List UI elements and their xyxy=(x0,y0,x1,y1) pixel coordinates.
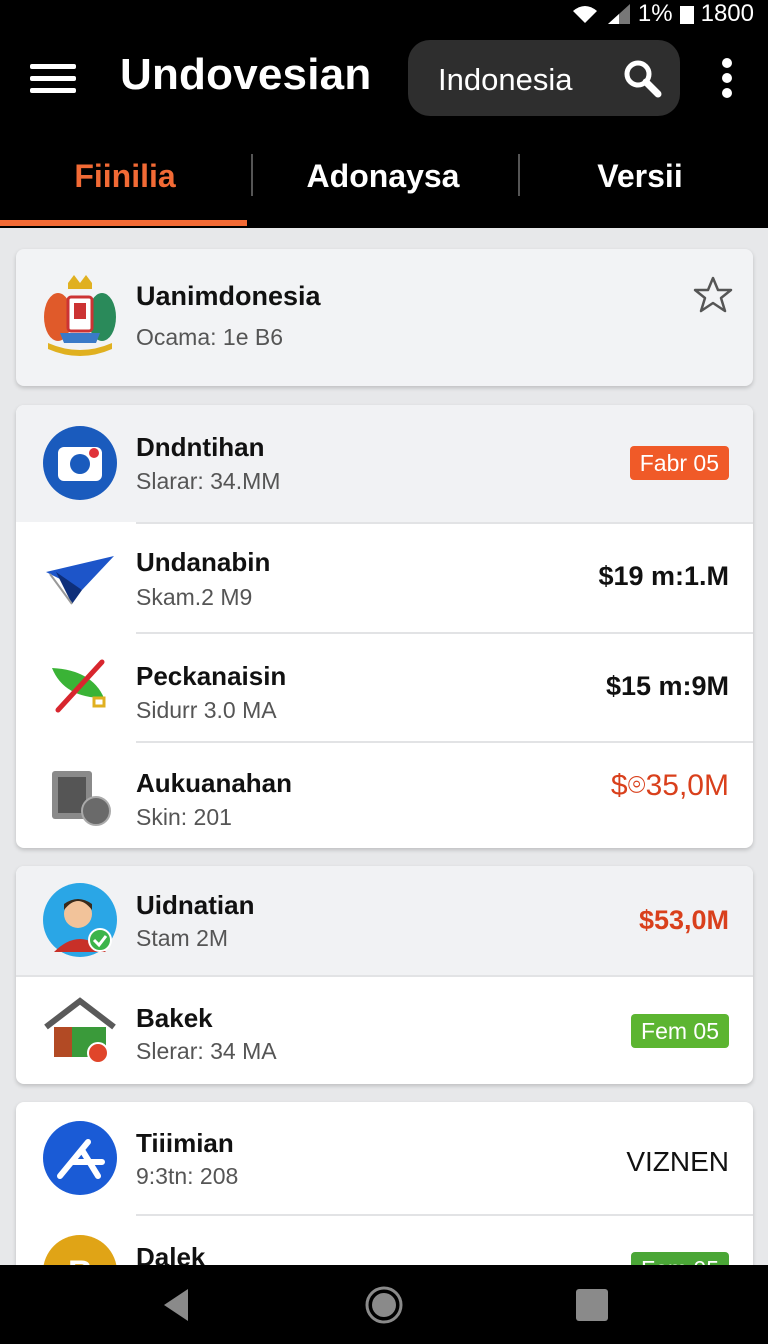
tab-fiinilia[interactable]: Fiinilia xyxy=(0,128,250,224)
wifi-icon xyxy=(572,6,597,23)
list-item[interactable]: Tiiimian 9:3tn: 208 VIZNEN xyxy=(16,1102,753,1214)
item-title: Bakek xyxy=(136,1003,213,1033)
emblem-icon xyxy=(44,275,116,356)
star-icon[interactable] xyxy=(693,275,733,315)
search-query[interactable]: Indonesia xyxy=(438,62,572,98)
status-bar: 1% 1800 xyxy=(0,0,768,28)
menu-icon[interactable] xyxy=(30,64,76,94)
tab-adonaysa[interactable]: Adonaysa xyxy=(258,128,508,224)
more-vert-icon[interactable] xyxy=(712,58,742,98)
item-subtitle: 9:3tn: 208 xyxy=(136,1163,239,1189)
search-icon[interactable] xyxy=(622,58,662,98)
list-item[interactable]: Peckanaisin Sidurr 3.0 MA $15 m:9M xyxy=(16,634,753,741)
item-value: $⌾35,0M xyxy=(610,769,729,802)
battery-icon xyxy=(679,6,694,24)
item-value: $53,0M xyxy=(638,905,729,935)
list-item[interactable]: Bakek Slerar: 34 MA Fem 05 xyxy=(16,977,753,1084)
item-subtitle: Slarar: 34.MM xyxy=(136,468,281,494)
tab-versii[interactable]: Versii xyxy=(520,128,760,224)
item-title: Uidnatian xyxy=(136,890,255,920)
app-title: Undovesian xyxy=(120,50,372,99)
back-icon[interactable] xyxy=(158,1285,198,1325)
listing-card: Uidnatian Stam 2M $53,0M Bakek Slerar: 3… xyxy=(16,866,753,1084)
item-subtitle: Skin: 201 xyxy=(136,804,232,830)
item-subtitle: Slerar: 34 MA xyxy=(136,1038,277,1064)
appstore-icon xyxy=(43,1121,117,1195)
clock: 1800 xyxy=(700,0,754,27)
item-value: $15 m:9M xyxy=(605,671,729,701)
list-item[interactable]: Undanabin Skam.2 M9 $19 m:1.M xyxy=(16,524,753,632)
item-value: $19 m:1.M xyxy=(598,561,729,591)
header-subtitle: Ocama: 1e B6 xyxy=(136,324,284,350)
home-icon[interactable] xyxy=(364,1285,404,1325)
camera-icon xyxy=(43,426,117,500)
avatar-icon xyxy=(43,883,117,957)
item-subtitle: Sidurr 3.0 MA xyxy=(136,697,277,723)
cube-icon xyxy=(52,771,111,826)
item-title: Tiiimian xyxy=(136,1128,234,1158)
list-item[interactable]: Uidnatian Stam 2M $53,0M xyxy=(16,866,753,975)
header-card[interactable]: Uanimdonesia Ocama: 1e B6 xyxy=(16,249,753,386)
active-tab-indicator xyxy=(0,220,247,226)
system-nav-bar xyxy=(0,1265,768,1344)
item-title: Dndntihan xyxy=(136,432,265,462)
signal-icon xyxy=(607,4,630,24)
item-subtitle: Skam.2 M9 xyxy=(136,584,253,610)
tab-bar: Fiinilia Adonaysa Versii xyxy=(0,128,768,228)
item-title: Undanabin xyxy=(136,547,271,577)
house-icon xyxy=(44,997,116,1064)
item-value: VIZNEN xyxy=(626,1146,729,1177)
kayak-icon xyxy=(52,659,106,713)
header-title: Uanimdonesia xyxy=(136,281,321,311)
list-item[interactable]: Aukuanahan Skin: 201 $⌾35,0M xyxy=(16,743,753,848)
search-bar[interactable]: Indonesia xyxy=(408,40,680,116)
listing-card: Dndntihan Slarar: 34.MM Fabr 05 Undanabi… xyxy=(16,405,753,848)
battery-percent: 1% xyxy=(637,0,673,27)
paper-plane-icon xyxy=(46,556,114,605)
item-title: Peckanaisin xyxy=(136,661,287,691)
recents-icon[interactable] xyxy=(572,1285,612,1325)
item-title: Aukuanahan xyxy=(136,768,293,798)
app-bar: Undovesian Indonesia xyxy=(0,28,768,128)
status-icons: 1% 1800 xyxy=(570,0,754,28)
status-badge: Fabr 05 xyxy=(629,446,729,480)
status-badge: Fem 05 xyxy=(631,1014,729,1048)
tab-divider xyxy=(251,154,253,196)
list-item[interactable]: Dndntihan Slarar: 34.MM Fabr 05 xyxy=(16,405,753,522)
item-subtitle: Stam 2M xyxy=(136,925,229,951)
